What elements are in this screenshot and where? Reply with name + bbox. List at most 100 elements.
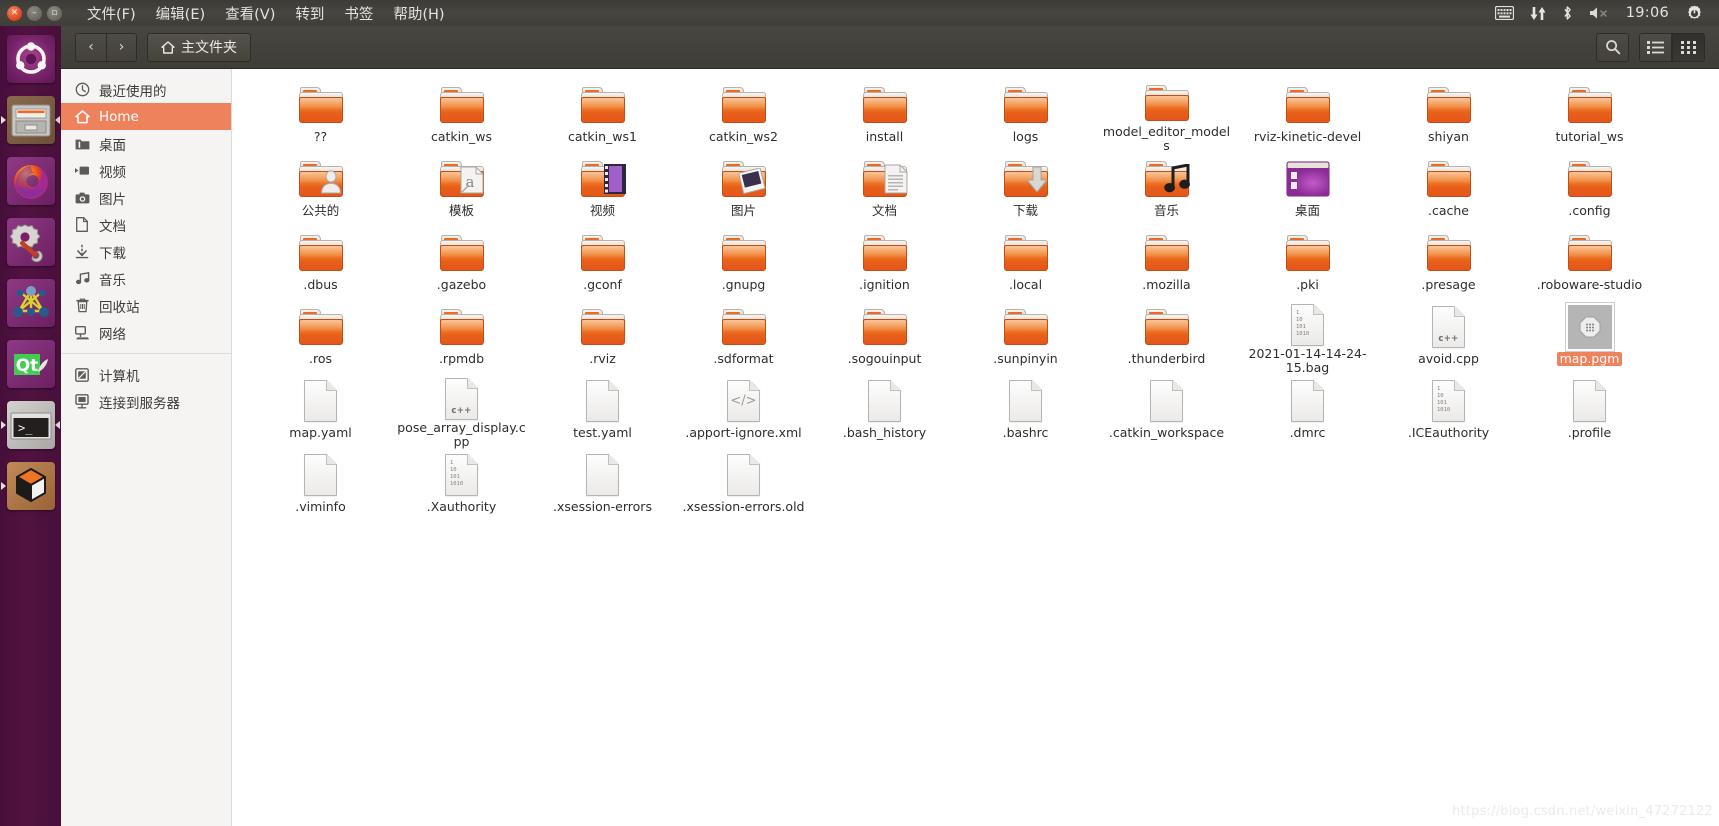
- file-item[interactable]: .sogouinput: [814, 301, 955, 375]
- minimize-window-button[interactable]: –: [27, 5, 42, 21]
- launcher-item-terminal[interactable]: >_: [0, 394, 61, 455]
- file-item[interactable]: .catkin_workspace: [1096, 375, 1237, 449]
- file-item[interactable]: ??: [250, 79, 391, 153]
- file-item[interactable]: test.yaml: [532, 375, 673, 449]
- file-item[interactable]: install: [814, 79, 955, 153]
- launcher-item-system-settings[interactable]: [0, 211, 61, 272]
- menu-bookmarks[interactable]: 书签: [335, 0, 382, 27]
- file-item[interactable]: 1 10 101 1010 2021-01-14-14-24-15.bag: [1237, 301, 1378, 375]
- file-item[interactable]: c++ pose_array_display.cpp: [391, 375, 532, 449]
- launcher-item-ubuntu-dash[interactable]: [0, 28, 61, 89]
- file-item[interactable]: .bash_history: [814, 375, 955, 449]
- file-item[interactable]: .ros: [250, 301, 391, 375]
- sidebar-item-2[interactable]: Home: [61, 103, 231, 130]
- file-item[interactable]: 1 10 101 1010 .Xauthority: [391, 449, 532, 523]
- file-item[interactable]: model_editor_models: [1096, 79, 1237, 153]
- launcher-item-firefox[interactable]: [0, 150, 61, 211]
- file-item[interactable]: .pki: [1237, 227, 1378, 301]
- forward-button[interactable]: ›: [106, 32, 137, 62]
- file-item[interactable]: .roboware-studio: [1519, 227, 1660, 301]
- file-item[interactable]: 桌面: [1237, 153, 1378, 227]
- session-indicator[interactable]: [1678, 0, 1711, 26]
- file-item[interactable]: .local: [955, 227, 1096, 301]
- person-emblem: [320, 170, 341, 194]
- file-label: install: [865, 129, 904, 144]
- file-item[interactable]: .sdformat: [673, 301, 814, 375]
- file-item[interactable]: .xsession-errors.old: [673, 449, 814, 523]
- file-item[interactable]: .ignition: [814, 227, 955, 301]
- menu-help[interactable]: 帮助(H): [384, 0, 453, 27]
- file-item[interactable]: .mozilla: [1096, 227, 1237, 301]
- back-button[interactable]: ‹: [75, 32, 106, 62]
- file-item[interactable]: 文档: [814, 153, 955, 227]
- file-item[interactable]: .rviz: [532, 301, 673, 375]
- sidebar-item-4[interactable]: 视频: [61, 157, 231, 184]
- menu-go[interactable]: 转到: [286, 0, 333, 27]
- file-item[interactable]: map.pgm: [1519, 301, 1660, 375]
- sidebar-device-1[interactable]: 计算机: [61, 361, 231, 388]
- sidebar-item-8[interactable]: 音乐: [61, 265, 231, 292]
- file-item[interactable]: shiyan: [1378, 79, 1519, 153]
- file-item[interactable]: tutorial_ws: [1519, 79, 1660, 153]
- file-item[interactable]: rviz-kinetic-devel: [1237, 79, 1378, 153]
- file-item[interactable]: .gazebo: [391, 227, 532, 301]
- launcher-item-qt-creator[interactable]: Qt: [0, 333, 61, 394]
- file-item[interactable]: .dmrc: [1237, 375, 1378, 449]
- launcher-item-files[interactable]: [0, 89, 61, 150]
- file-item[interactable]: 视频: [532, 153, 673, 227]
- sidebar-item-5[interactable]: 图片: [61, 184, 231, 211]
- breadcrumb[interactable]: 主文件夹: [147, 32, 251, 62]
- bluetooth-indicator[interactable]: [1554, 0, 1581, 26]
- file-item[interactable]: .rpmdb: [391, 301, 532, 375]
- text-file-icon: [1009, 380, 1042, 422]
- sidebar-item-6[interactable]: 文档: [61, 211, 231, 238]
- file-item[interactable]: .bashrc: [955, 375, 1096, 449]
- file-item[interactable]: map.yaml: [250, 375, 391, 449]
- file-grid-area[interactable]: ?? catkin_ws catkin_ws1 catkin_ws2 install lo…: [232, 69, 1719, 826]
- menu-view[interactable]: 查看(V): [216, 0, 284, 27]
- file-item[interactable]: .gnupg: [673, 227, 814, 301]
- file-item[interactable]: .thunderbird: [1096, 301, 1237, 375]
- file-item[interactable]: .gconf: [532, 227, 673, 301]
- close-window-button[interactable]: ✕: [7, 5, 22, 21]
- sidebar-item-9[interactable]: 回收站: [61, 292, 231, 319]
- search-button[interactable]: [1596, 32, 1629, 62]
- sidebar-item-10[interactable]: 网络: [61, 319, 231, 346]
- list-view-button[interactable]: [1639, 32, 1672, 62]
- launcher-item-rviz[interactable]: [0, 272, 61, 333]
- file-item[interactable]: c++ avoid.cpp: [1378, 301, 1519, 375]
- grid-view-button[interactable]: [1672, 32, 1705, 62]
- file-item[interactable]: .presage: [1378, 227, 1519, 301]
- file-item[interactable]: 下载: [955, 153, 1096, 227]
- file-item[interactable]: .viminfo: [250, 449, 391, 523]
- sidebar-item-1[interactable]: 最近使用的: [61, 76, 231, 103]
- launcher-item-gazebo[interactable]: [0, 455, 61, 516]
- file-item[interactable]: .config: [1519, 153, 1660, 227]
- menu-file[interactable]: 文件(F): [78, 0, 145, 27]
- file-item[interactable]: .profile: [1519, 375, 1660, 449]
- network-indicator[interactable]: [1522, 0, 1554, 26]
- file-item[interactable]: 图片: [673, 153, 814, 227]
- file-item[interactable]: 音乐: [1096, 153, 1237, 227]
- file-item[interactable]: .dbus: [250, 227, 391, 301]
- file-item[interactable]: 公共的: [250, 153, 391, 227]
- file-icon: [297, 303, 345, 351]
- file-item[interactable]: catkin_ws2: [673, 79, 814, 153]
- sidebar-item-3[interactable]: 桌面: [61, 130, 231, 157]
- volume-indicator[interactable]: [1581, 0, 1617, 26]
- file-item[interactable]: .xsession-errors: [532, 449, 673, 523]
- clock[interactable]: 19:06: [1617, 5, 1678, 21]
- maximize-window-button[interactable]: ▫: [47, 5, 62, 21]
- menu-edit[interactable]: 编辑(E): [147, 0, 214, 27]
- sidebar-device-2[interactable]: 连接到服务器: [61, 388, 231, 415]
- sidebar-item-7[interactable]: 下载: [61, 238, 231, 265]
- file-item[interactable]: logs: [955, 79, 1096, 153]
- file-item[interactable]: 1 10 101 1010 .ICEauthority: [1378, 375, 1519, 449]
- file-item[interactable]: catkin_ws1: [532, 79, 673, 153]
- file-item[interactable]: catkin_ws: [391, 79, 532, 153]
- file-item[interactable]: a 模板: [391, 153, 532, 227]
- file-item[interactable]: </> .apport-ignore.xml: [673, 375, 814, 449]
- file-item[interactable]: .cache: [1378, 153, 1519, 227]
- file-item[interactable]: .sunpinyin: [955, 301, 1096, 375]
- keyboard-indicator[interactable]: [1487, 0, 1522, 26]
